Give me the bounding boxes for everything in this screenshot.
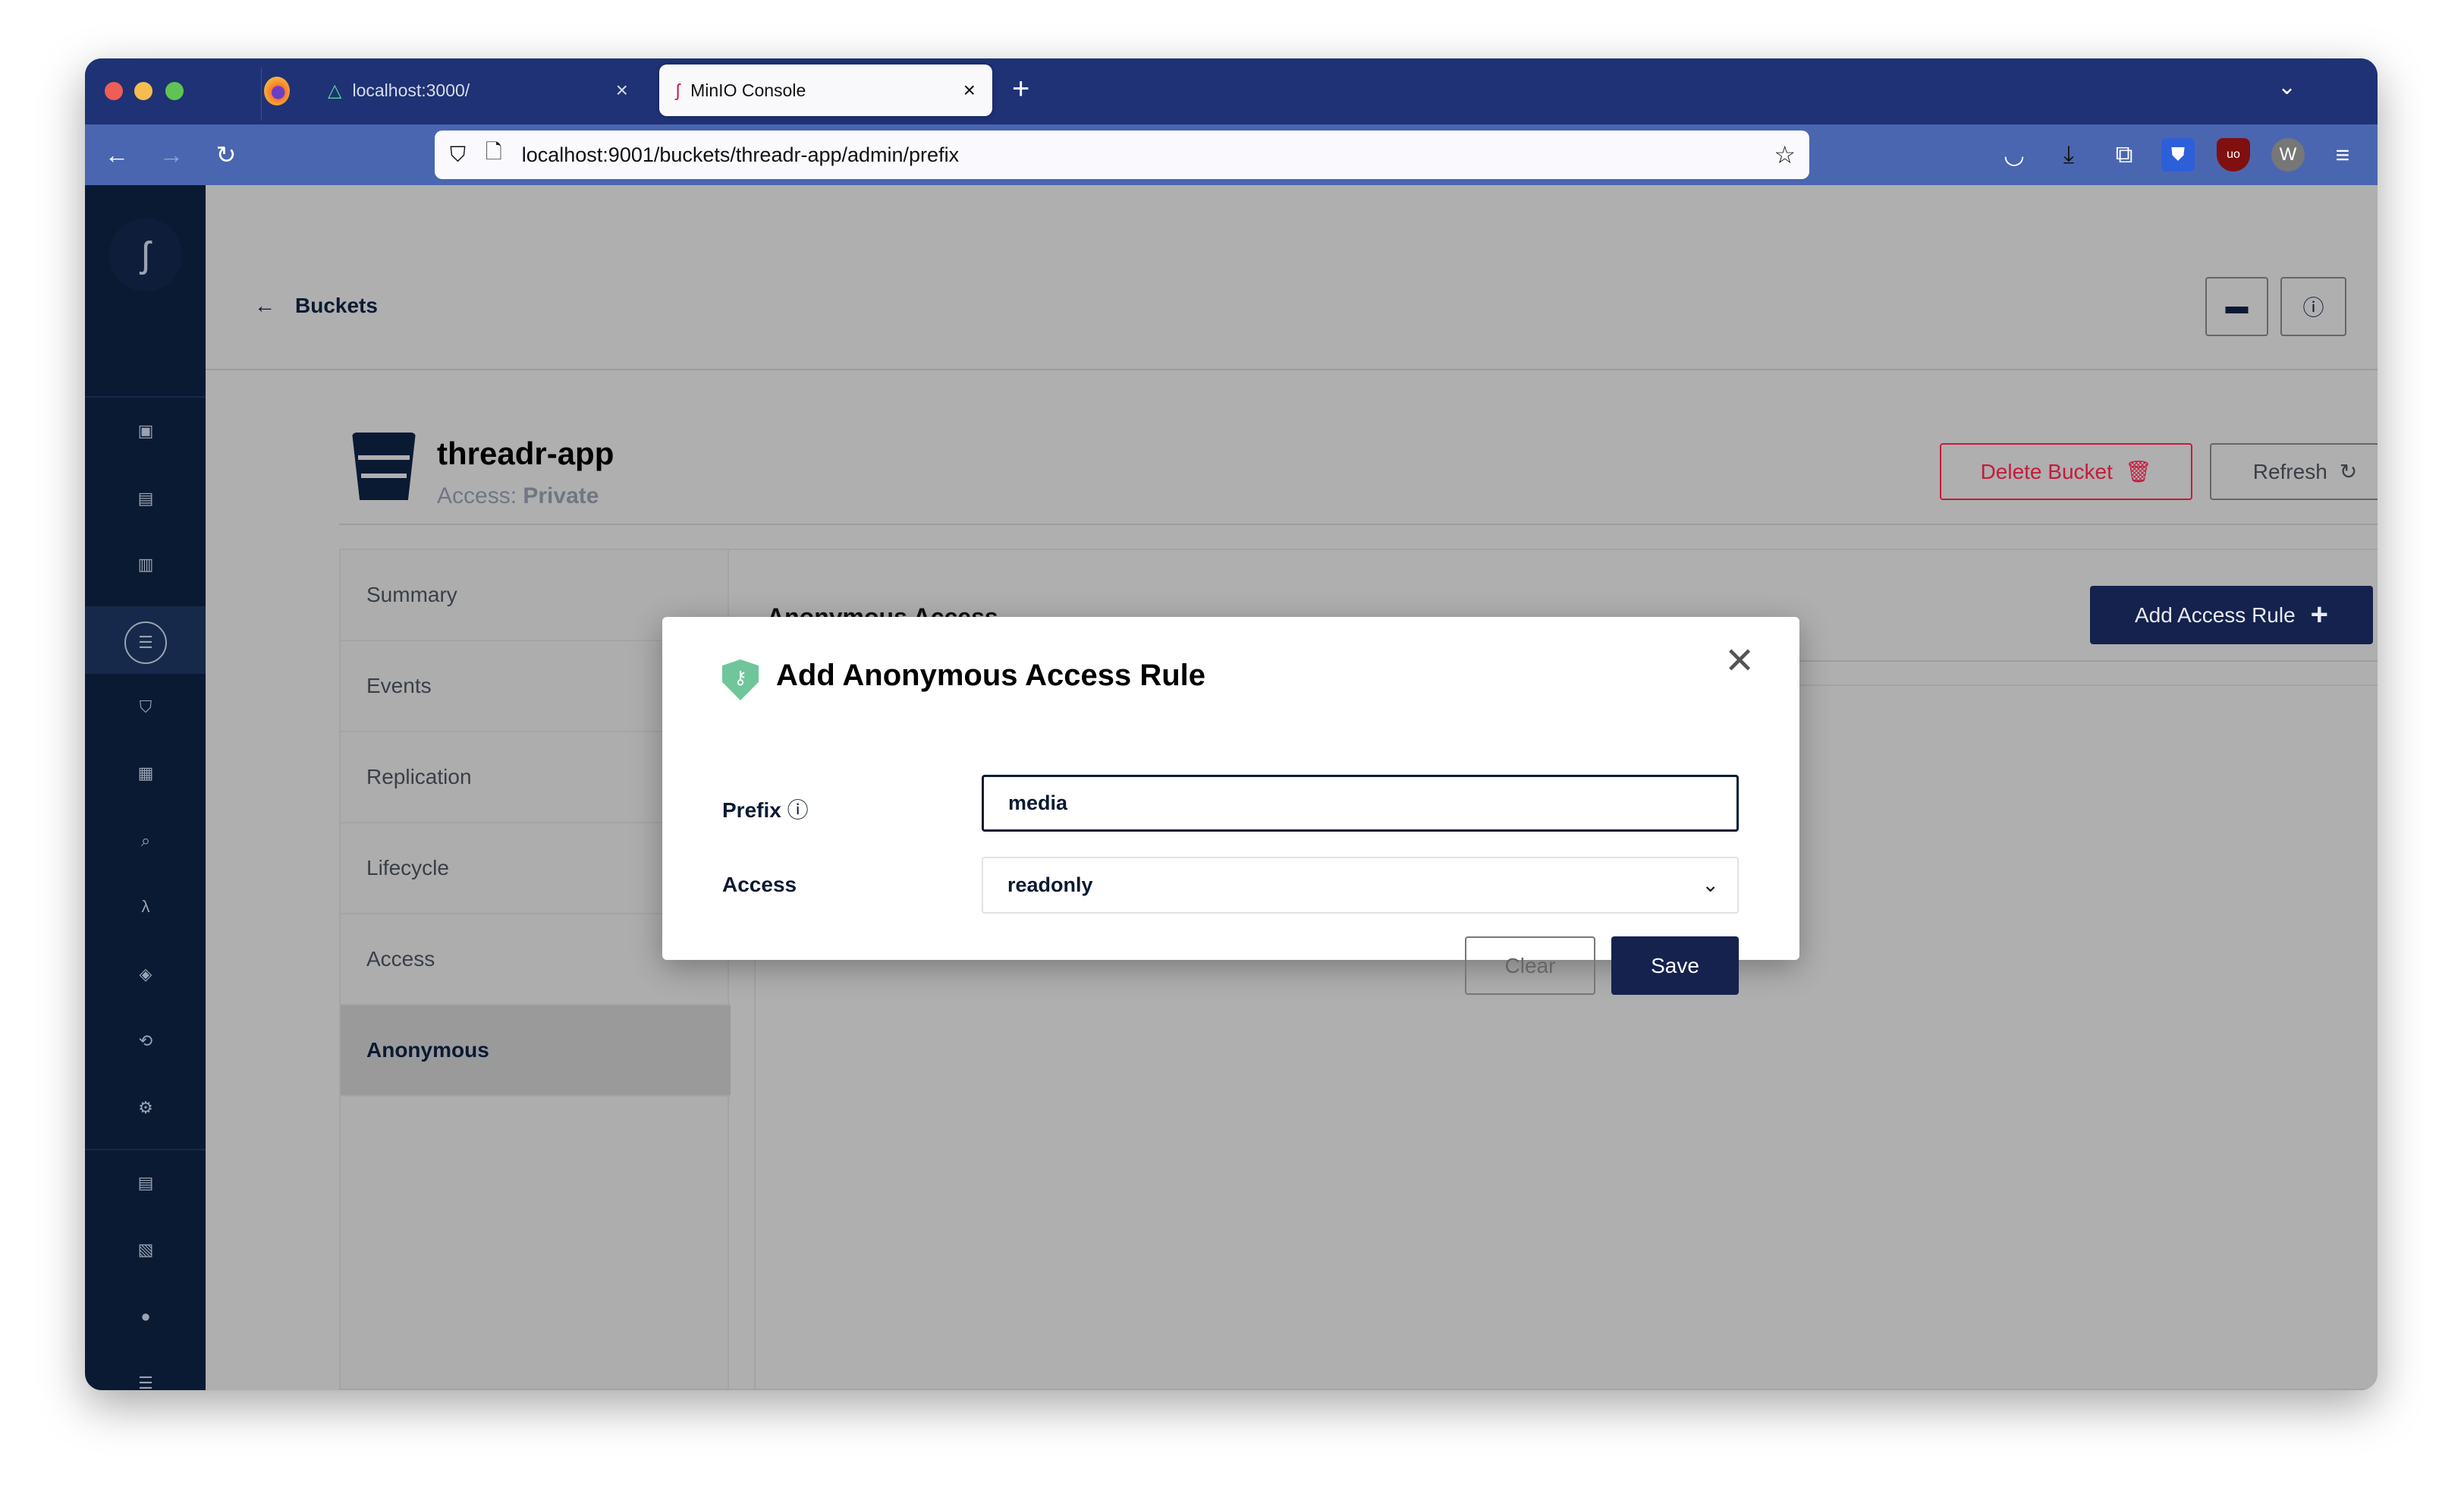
minio-icon: ʃ [676,80,680,100]
delete-bucket-button[interactable]: Delete Bucket 🗑 [1940,443,2192,500]
close-dialog-icon[interactable]: ✕ [1724,640,1755,682]
nav-label: Lifecycle [366,856,449,879]
policies-icon[interactable]: ▥ [128,547,163,582]
back-to-buckets-link[interactable]: ← Buckets [254,294,378,318]
add-anonymous-rule-dialog: ⚷ Add Anonymous Access Rule ✕ Prefix ⓘ m… [662,617,1799,995]
lambda-icon[interactable]: λ [128,889,163,924]
clear-label: Clear [1504,953,1556,977]
url-bar[interactable]: ⛉ 🗋 localhost:9001/buckets/threadr-app/a… [435,131,1809,179]
notifications-icon[interactable]: ▤ [128,1166,163,1200]
shield-icon[interactable]: ⛉ [450,143,466,168]
nav-anonymous[interactable]: Anonymous [341,1005,731,1097]
tab-label: MinIO Console [690,80,806,100]
license-icon[interactable]: ▧ [128,1232,163,1267]
add-label: Add Access Rule [2134,603,2296,627]
refresh-button[interactable]: Refresh ↻ [2210,443,2378,500]
bucket-name: threadr-app [437,436,614,471]
browser-window: △ localhost:3000/ × ʃ MinIO Console × + … [85,58,2378,1390]
support-icon[interactable]: ● [128,1299,163,1334]
storage-icon[interactable]: ☰ [128,1366,163,1390]
access-select-value: readonly [1007,873,1093,896]
back-label: Buckets [295,294,378,317]
maximize-window-button[interactable] [165,82,184,100]
reload-icon[interactable]: ↻ [209,138,243,171]
settings-icon[interactable]: ⚙ [128,1090,163,1125]
browse-folder-button[interactable]: ▬ [2205,277,2268,336]
w-extension-icon[interactable]: W [2271,138,2305,171]
nuxt-icon: △ [328,80,342,101]
minimize-window-button[interactable] [134,82,152,100]
minio-logo-icon: ʃ [109,219,182,291]
download-icon[interactable]: ⤓ [2052,138,2085,171]
prefix-label-text: Prefix [722,798,781,822]
add-access-rule-button[interactable]: Add Access Rule + [2090,586,2373,644]
trash-icon: 🗑 [2124,460,2152,483]
nav-label: Summary [366,583,457,606]
security-icon[interactable]: ⛉ [128,690,163,725]
tab-localhost-3000[interactable]: △ localhost:3000/ × [311,65,645,116]
tab-minio-console[interactable]: ʃ MinIO Console × [659,65,992,116]
close-tab-icon[interactable]: × [963,78,976,102]
close-tab-icon[interactable]: × [616,78,628,102]
pocket-icon[interactable]: ◡ [1997,138,2031,171]
nav-toolbar: ← → ↻ ⛉ 🗋 localhost:9001/buckets/threadr… [85,124,2378,185]
folder-icon: ▬ [2225,294,2249,319]
help-icon: ⓘ [2302,296,2324,319]
plus-icon: + [2310,598,2329,631]
tab-list-chevron-icon[interactable]: ⌄ [2277,74,2296,100]
tab-label: localhost:3000/ [352,80,470,100]
nav-label: Anonymous [366,1038,489,1062]
search-icon[interactable]: ⌕ [128,823,163,858]
objects-icon[interactable]: ▣ [128,414,163,448]
bookmark-star-icon[interactable]: ☆ [1774,140,1796,169]
firefox-icon [264,77,290,105]
monitoring-icon[interactable]: ▦ [128,756,163,791]
refresh-label: Refresh [2252,459,2327,483]
new-tab-button[interactable]: + [1012,72,1029,106]
save-button[interactable]: Save [1611,936,1739,995]
dialog-title: Add Anonymous Access Rule [776,659,1206,692]
arrow-left-icon: ← [254,294,275,317]
nav-label: Access [366,947,435,971]
url-text[interactable]: localhost:9001/buckets/threadr-app/admin… [522,143,959,167]
help-circle-icon[interactable]: ⓘ [787,798,809,822]
replication-icon[interactable]: ⟲ [128,1024,163,1059]
close-window-button[interactable] [105,82,123,100]
nav-label: Replication [366,765,472,788]
forward-icon[interactable]: → [155,138,188,171]
bitwarden-icon[interactable]: ⛊ [2161,138,2195,171]
refresh-icon: ↻ [2339,460,2358,483]
menu-icon[interactable]: ≡ [2326,138,2359,171]
clear-button[interactable]: Clear [1465,936,1595,995]
access-value: Private [523,483,599,508]
page-icon: 🗋 [486,140,502,163]
access-label: Access: [437,483,517,508]
tiers-icon[interactable]: ◈ [128,957,163,992]
buckets-icon[interactable]: ☰ [124,621,167,664]
shield-key-icon: ⚷ [722,659,759,700]
bucket-access: Access: Private [437,483,599,509]
extensions-icon[interactable]: ⧉ [2107,138,2141,171]
ublock-icon[interactable]: uo [2217,138,2250,171]
bucket-icon [352,433,416,500]
prefix-value: media [1008,791,1068,814]
save-label: Save [1651,953,1699,977]
prefix-input[interactable]: media [982,775,1739,832]
tab-bar: △ localhost:3000/ × ʃ MinIO Console × + … [85,58,2378,124]
access-field-label: Access [722,873,797,896]
access-select[interactable]: readonly ⌄ [982,857,1739,914]
chevron-down-icon: ⌄ [1702,873,1719,896]
delete-label: Delete Bucket [1980,459,2113,483]
prefix-label: Prefix ⓘ [722,794,809,824]
help-button[interactable]: ⓘ [2280,277,2346,336]
identity-icon[interactable]: ▤ [128,481,163,516]
back-icon[interactable]: ← [100,138,134,171]
sidebar: ʃ ▣ ▤ ▥ ☰ ⛉ ▦ ⌕ λ ◈ ⟲ ⚙ ▤ ▧ ● ☰ [85,185,206,1390]
nav-label: Events [366,674,432,697]
